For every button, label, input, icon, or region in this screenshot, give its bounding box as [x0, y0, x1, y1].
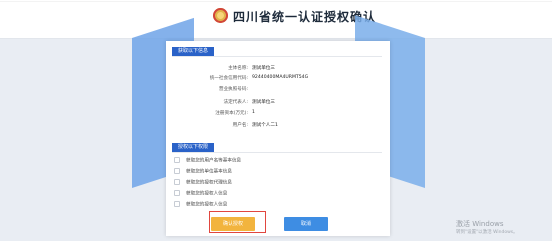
info-label: 注册资本(万元): [215, 111, 248, 116]
checkbox-icon[interactable] [174, 201, 180, 207]
divider [172, 56, 382, 57]
authorization-card: 获取以下信息 主体名称: 测试单位三 统一社会信用代码: 92440400MA4… [166, 41, 390, 236]
divider [172, 152, 382, 153]
info-label: 统一社会信用代码: [209, 76, 248, 81]
info-label: 用户名: [232, 123, 248, 128]
permission-label: 获取您的授权人信息 [186, 202, 228, 208]
top-line [0, 1, 552, 2]
info-row: 营业执照号码: [166, 86, 390, 96]
info-label: 主体名称: [228, 66, 248, 71]
permission-item[interactable]: 获取您的用户名等基本信息 [174, 157, 241, 167]
permission-item[interactable]: 获取您的授权人信息 [174, 201, 227, 211]
permission-label: 获取您的授权代理信息 [186, 180, 232, 186]
info-row: 用户名: 测试个人二1 [166, 122, 390, 132]
info-label: 法定代表人: [223, 100, 248, 105]
info-value: 92440400MA4URMT54G [252, 75, 309, 80]
section-title-permissions: 授权以下权限 [172, 143, 215, 152]
national-emblem-icon [213, 8, 228, 23]
permission-item[interactable]: 获取您的授权人信息 [174, 190, 227, 200]
checkbox-icon[interactable] [174, 168, 180, 174]
info-value: 测试个人二1 [252, 123, 278, 128]
highlight-box [209, 211, 266, 233]
permission-label: 获取您的单位基本信息 [186, 169, 232, 175]
permission-item[interactable]: 获取您的授权代理信息 [174, 179, 232, 189]
checkbox-icon[interactable] [174, 190, 180, 196]
activate-windows-hint: 转到"设置"以激活 Windows。 [456, 230, 518, 235]
permission-item[interactable]: 获取您的单位基本信息 [174, 168, 232, 178]
info-label: 营业执照号码: [218, 87, 248, 92]
checkbox-icon[interactable] [174, 179, 180, 185]
checkbox-icon[interactable] [174, 157, 180, 163]
permission-label: 获取您的用户名等基本信息 [186, 158, 242, 164]
info-row: 注册资本(万元): 1 [166, 110, 390, 120]
info-value: 1 [252, 110, 255, 115]
info-row: 主体名称: 测试单位三 [166, 65, 390, 75]
activate-windows-watermark: 激活 Windows [456, 220, 504, 228]
section-title-info: 获取以下信息 [172, 47, 215, 56]
info-value: 测试单位三 [252, 100, 275, 105]
header-bar: 四川省统一认证授权确认 [0, 0, 552, 39]
permission-label: 获取您的授权人信息 [186, 191, 228, 197]
info-value: 测试单位三 [252, 66, 275, 71]
cancel-button[interactable]: 取消 [284, 217, 328, 231]
info-row: 统一社会信用代码: 92440400MA4URMT54G [166, 75, 390, 85]
info-row: 法定代表人: 测试单位三 [166, 99, 390, 109]
